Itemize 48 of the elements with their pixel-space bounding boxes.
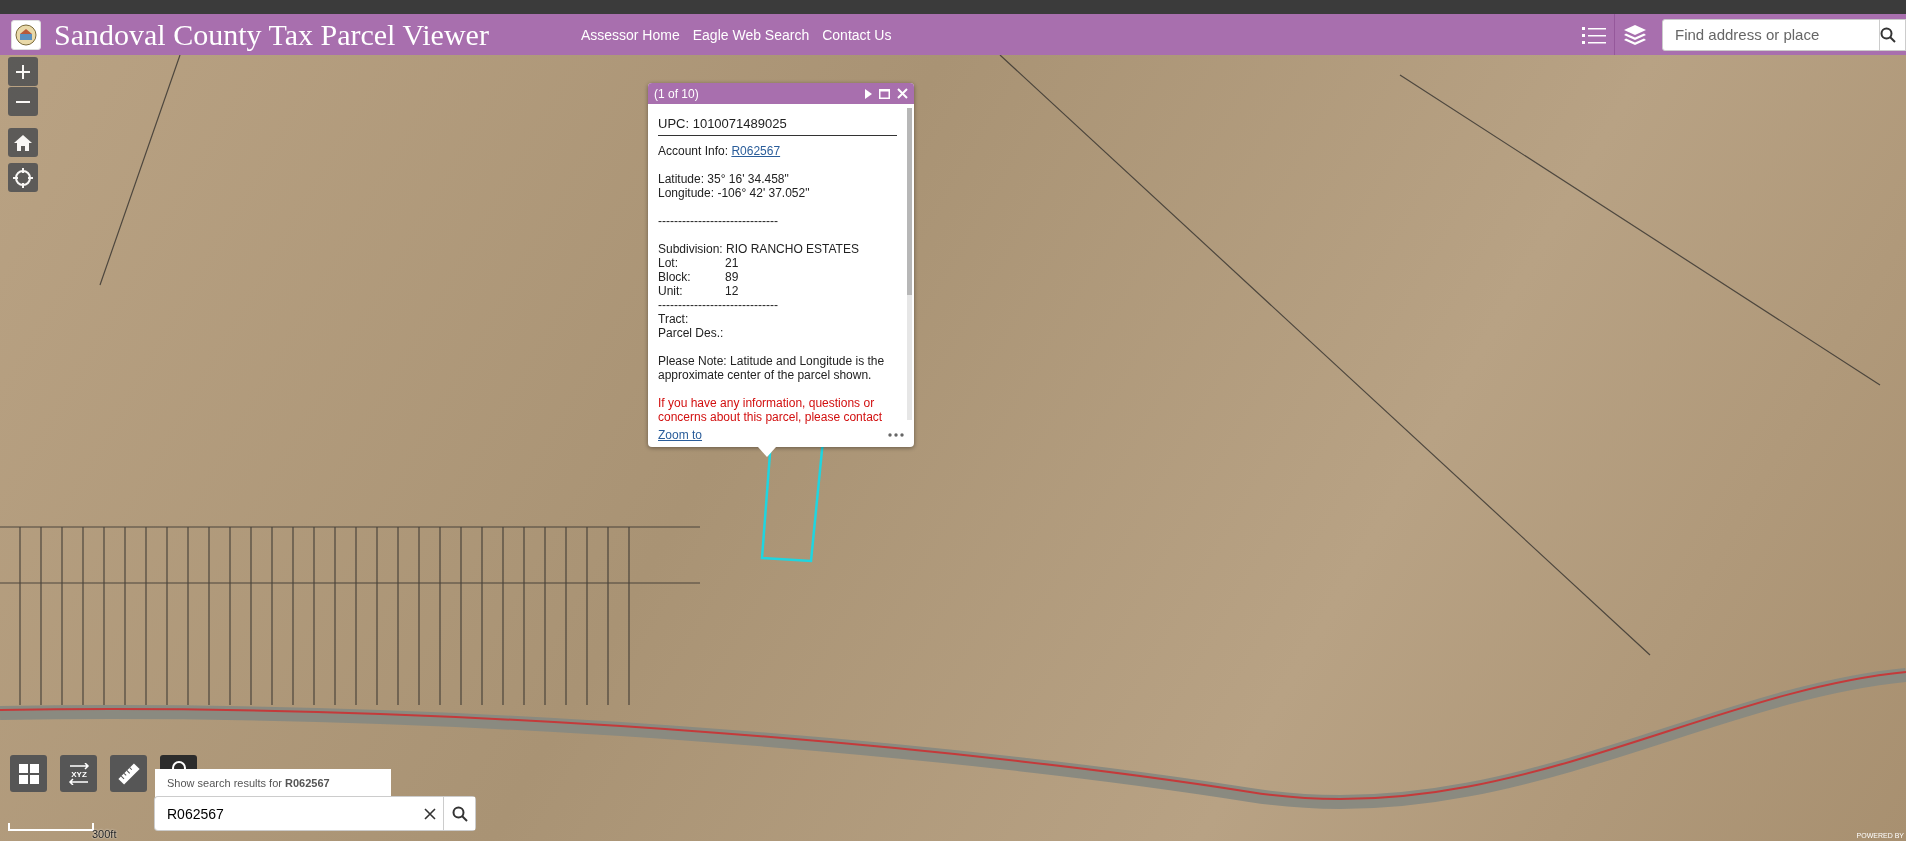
scale-label: 300ft [92, 828, 117, 840]
more-icon[interactable] [888, 433, 904, 437]
warning-text: If you have any information, questions or concerns about this parcel, please contact [658, 396, 884, 424]
zoom-in-icon[interactable] [8, 57, 38, 86]
popup-pager: (1 of 10) [654, 86, 700, 101]
search-button[interactable] [1880, 18, 1906, 51]
search-icon[interactable] [451, 805, 468, 822]
search-tool-icon[interactable] [160, 755, 197, 769]
field-label: Lot: [658, 256, 679, 270]
coordinate-conversion-icon[interactable]: XYZ [60, 755, 97, 792]
field-value: 21 [725, 256, 740, 270]
field-label: Block: [658, 270, 692, 284]
maximize-icon[interactable] [879, 88, 890, 99]
app-title: Sandoval County Tax Parcel Viewer [54, 17, 489, 52]
upc-text: UPC: 1010071489025 [658, 112, 897, 136]
note-text: Please Note: Latitude and Longitude is the approximate center of the parcel shown. [658, 354, 886, 382]
popup-text: Parcel Des.: [658, 326, 725, 340]
basemap-gallery-icon[interactable] [10, 755, 47, 792]
header-link[interactable]: Eagle Web Search [692, 26, 810, 43]
zoom-to-link[interactable]: Zoom to [658, 428, 702, 442]
parcel-search-field[interactable]: R062567 [155, 797, 475, 830]
address-search-field[interactable]: Find address or place [1662, 18, 1880, 51]
county-seal-icon [11, 19, 41, 50]
close-icon[interactable] [897, 88, 908, 99]
popup-text: Longitude: -106° 42' 37.052" [658, 186, 811, 200]
locate-icon[interactable] [8, 163, 38, 192]
popup-text: Subdivision: RIO RANCHO ESTATES [658, 242, 860, 256]
header-link[interactable]: Contact Us [822, 26, 892, 43]
popup-text: Tract: [658, 312, 690, 326]
home-icon[interactable] [8, 128, 38, 157]
next-icon[interactable] [864, 88, 872, 99]
ruler-icon[interactable] [110, 755, 147, 792]
separator-text: ------------------------------ [658, 214, 779, 228]
popup-scrollbar[interactable] [907, 108, 912, 420]
header-link[interactable]: Assessor Home [580, 26, 680, 43]
separator-text: ------------------------------ [658, 298, 779, 312]
parcel-search-input[interactable]: R062567 [155, 797, 417, 830]
search-icon[interactable] [1880, 26, 1896, 43]
field-label: Account Info: [658, 144, 730, 158]
search-button[interactable] [443, 797, 475, 830]
field-value: 89 [725, 270, 740, 284]
satellite-map-image[interactable] [0, 55, 1906, 841]
field-value: 12 [725, 284, 740, 298]
field-label: Unit: [658, 284, 684, 298]
zoom-out-icon[interactable] [8, 87, 38, 116]
popup-text: Latitude: 35° 16' 34.458" [658, 172, 790, 186]
account-link[interactable]: R062567 [731, 144, 781, 158]
search-suggestion[interactable]: Show search results for R062567 [155, 769, 391, 797]
